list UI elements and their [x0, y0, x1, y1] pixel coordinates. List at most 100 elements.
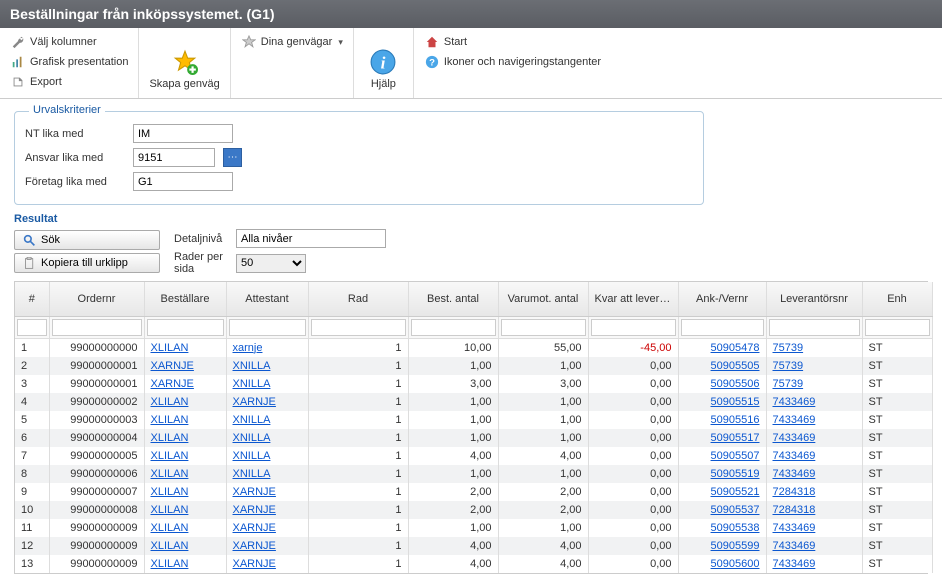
ank-link[interactable]: 50905505 [711, 360, 760, 372]
home-icon [424, 34, 440, 50]
attestant-link[interactable]: XARNJE [233, 522, 276, 534]
filter-varumot-antal[interactable] [501, 319, 586, 336]
table-row[interactable]: 1299000000009XLILANXARNJE14,004,000,0050… [15, 537, 932, 555]
table-row[interactable]: 599000000003XLILANXNILLA11,001,000,00509… [15, 411, 932, 429]
table-row[interactable]: 399000000001XARNJEXNILLA13,003,000,00509… [15, 375, 932, 393]
filter-lev[interactable] [769, 319, 860, 336]
lev-link[interactable]: 7433469 [773, 468, 816, 480]
bestallare-link[interactable]: XLILAN [151, 432, 189, 444]
attestant-link[interactable]: XNILLA [233, 360, 271, 372]
search-button[interactable]: Sök [14, 230, 160, 250]
lev-link[interactable]: 75739 [773, 360, 804, 372]
cell-best-antal: 1,00 [408, 465, 498, 483]
lev-link[interactable]: 7433469 [773, 414, 816, 426]
col-rad[interactable]: Rad [308, 282, 408, 316]
bestallare-link[interactable]: XLILAN [151, 450, 189, 462]
ank-link[interactable]: 50905599 [711, 540, 760, 552]
ank-link[interactable]: 50905521 [711, 486, 760, 498]
bestallare-link[interactable]: XLILAN [151, 468, 189, 480]
col-attestant[interactable]: Attestant [226, 282, 308, 316]
table-row[interactable]: 1099000000008XLILANXARNJE12,002,000,0050… [15, 501, 932, 519]
col-varumot-antal[interactable]: Varumot. antal [498, 282, 588, 316]
lev-link[interactable]: 7433469 [773, 540, 816, 552]
lev-link[interactable]: 75739 [773, 342, 804, 354]
filter-rad[interactable] [311, 319, 406, 336]
attestant-link[interactable]: XNILLA [233, 468, 271, 480]
col-bestallare[interactable]: Beställare [144, 282, 226, 316]
choose-columns-button[interactable]: Välj kolumner [10, 32, 128, 52]
ansvar-input[interactable] [133, 148, 215, 167]
lev-link[interactable]: 7433469 [773, 396, 816, 408]
lev-link[interactable]: 7433469 [773, 522, 816, 534]
table-row[interactable]: 899000000006XLILANXNILLA11,001,000,00509… [15, 465, 932, 483]
lev-link[interactable]: 7433469 [773, 450, 816, 462]
start-button[interactable]: Start [424, 32, 601, 52]
ank-link[interactable]: 50905507 [711, 450, 760, 462]
graphic-presentation-button[interactable]: Grafisk presentation [10, 52, 128, 72]
lev-link[interactable]: 7284318 [773, 486, 816, 498]
nt-input[interactable] [133, 124, 233, 143]
lev-link[interactable]: 75739 [773, 378, 804, 390]
bestallare-link[interactable]: XARNJE [151, 360, 194, 372]
export-button[interactable]: Export [10, 72, 128, 92]
attestant-link[interactable]: XARNJE [233, 486, 276, 498]
col-lev[interactable]: Leverantörsnr [766, 282, 862, 316]
attestant-link[interactable]: XNILLA [233, 432, 271, 444]
filter-ordernr[interactable] [52, 319, 142, 336]
filter-ank[interactable] [681, 319, 764, 336]
bestallare-link[interactable]: XLILAN [151, 540, 189, 552]
ank-link[interactable]: 50905478 [711, 342, 760, 354]
col-ank[interactable]: Ank-/Vernr [678, 282, 766, 316]
bestallare-link[interactable]: XLILAN [151, 504, 189, 516]
attestant-link[interactable]: XARNJE [233, 504, 276, 516]
filter-kvar[interactable] [591, 319, 676, 336]
help-button[interactable]: i Hjälp [369, 46, 397, 92]
filter-enh[interactable] [865, 319, 930, 336]
ank-link[interactable]: 50905538 [711, 522, 760, 534]
attestant-link[interactable]: XARNJE [233, 396, 276, 408]
foretag-input[interactable] [133, 172, 233, 191]
create-shortcut-button[interactable]: Skapa genväg [149, 46, 219, 92]
col-enh[interactable]: Enh [862, 282, 932, 316]
filter-best-antal[interactable] [411, 319, 496, 336]
col-ordernr[interactable]: Ordernr [49, 282, 144, 316]
table-row[interactable]: 699000000004XLILANXNILLA11,001,000,00509… [15, 429, 932, 447]
filter-index[interactable] [17, 319, 47, 336]
bestallare-link[interactable]: XLILAN [151, 396, 189, 408]
table-row[interactable]: 499000000002XLILANXARNJE11,001,000,00509… [15, 393, 932, 411]
lev-link[interactable]: 7284318 [773, 504, 816, 516]
icons-nav-button[interactable]: ? Ikoner och navigeringstangenter [424, 52, 601, 72]
bestallare-link[interactable]: XLILAN [151, 414, 189, 426]
attestant-link[interactable]: xarnje [233, 342, 263, 354]
table-row[interactable]: 299000000001XARNJEXNILLA11,001,000,00509… [15, 357, 932, 375]
filter-bestallare[interactable] [147, 319, 224, 336]
table-row[interactable]: 799000000005XLILANXNILLA14,004,000,00509… [15, 447, 932, 465]
ank-link[interactable]: 50905517 [711, 432, 760, 444]
rows-per-page-select[interactable]: 50 [236, 254, 306, 273]
table-row[interactable]: 1199000000009XLILANXARNJE11,001,000,0050… [15, 519, 932, 537]
detail-level-input[interactable] [236, 229, 386, 248]
ank-link[interactable]: 50905516 [711, 414, 760, 426]
table-row[interactable]: 199000000000XLILANxarnje110,0055,00-45,0… [15, 338, 932, 357]
attestant-link[interactable]: XNILLA [233, 414, 271, 426]
ank-link[interactable]: 50905537 [711, 504, 760, 516]
filter-attestant[interactable] [229, 319, 306, 336]
col-best-antal[interactable]: Best. antal [408, 282, 498, 316]
lev-link[interactable]: 7433469 [773, 432, 816, 444]
table-row[interactable]: 999000000007XLILANXARNJE12,002,000,00509… [15, 483, 932, 501]
your-shortcuts-button[interactable]: Dina genvägar ▾ [241, 32, 343, 52]
ank-link[interactable]: 50905515 [711, 396, 760, 408]
attestant-link[interactable]: XNILLA [233, 450, 271, 462]
col-index[interactable]: # [15, 282, 49, 316]
bestallare-link[interactable]: XLILAN [151, 342, 189, 354]
attestant-link[interactable]: XNILLA [233, 378, 271, 390]
bestallare-link[interactable]: XARNJE [151, 378, 194, 390]
copy-clipboard-button[interactable]: Kopiera till urklipp [14, 253, 160, 273]
attestant-link[interactable]: XARNJE [233, 540, 276, 552]
col-kvar[interactable]: Kvar att levereras [588, 282, 678, 316]
bestallare-link[interactable]: XLILAN [151, 522, 189, 534]
ank-link[interactable]: 50905506 [711, 378, 760, 390]
ank-link[interactable]: 50905519 [711, 468, 760, 480]
ansvar-picker-button[interactable]: ⋯ [223, 148, 242, 167]
bestallare-link[interactable]: XLILAN [151, 486, 189, 498]
